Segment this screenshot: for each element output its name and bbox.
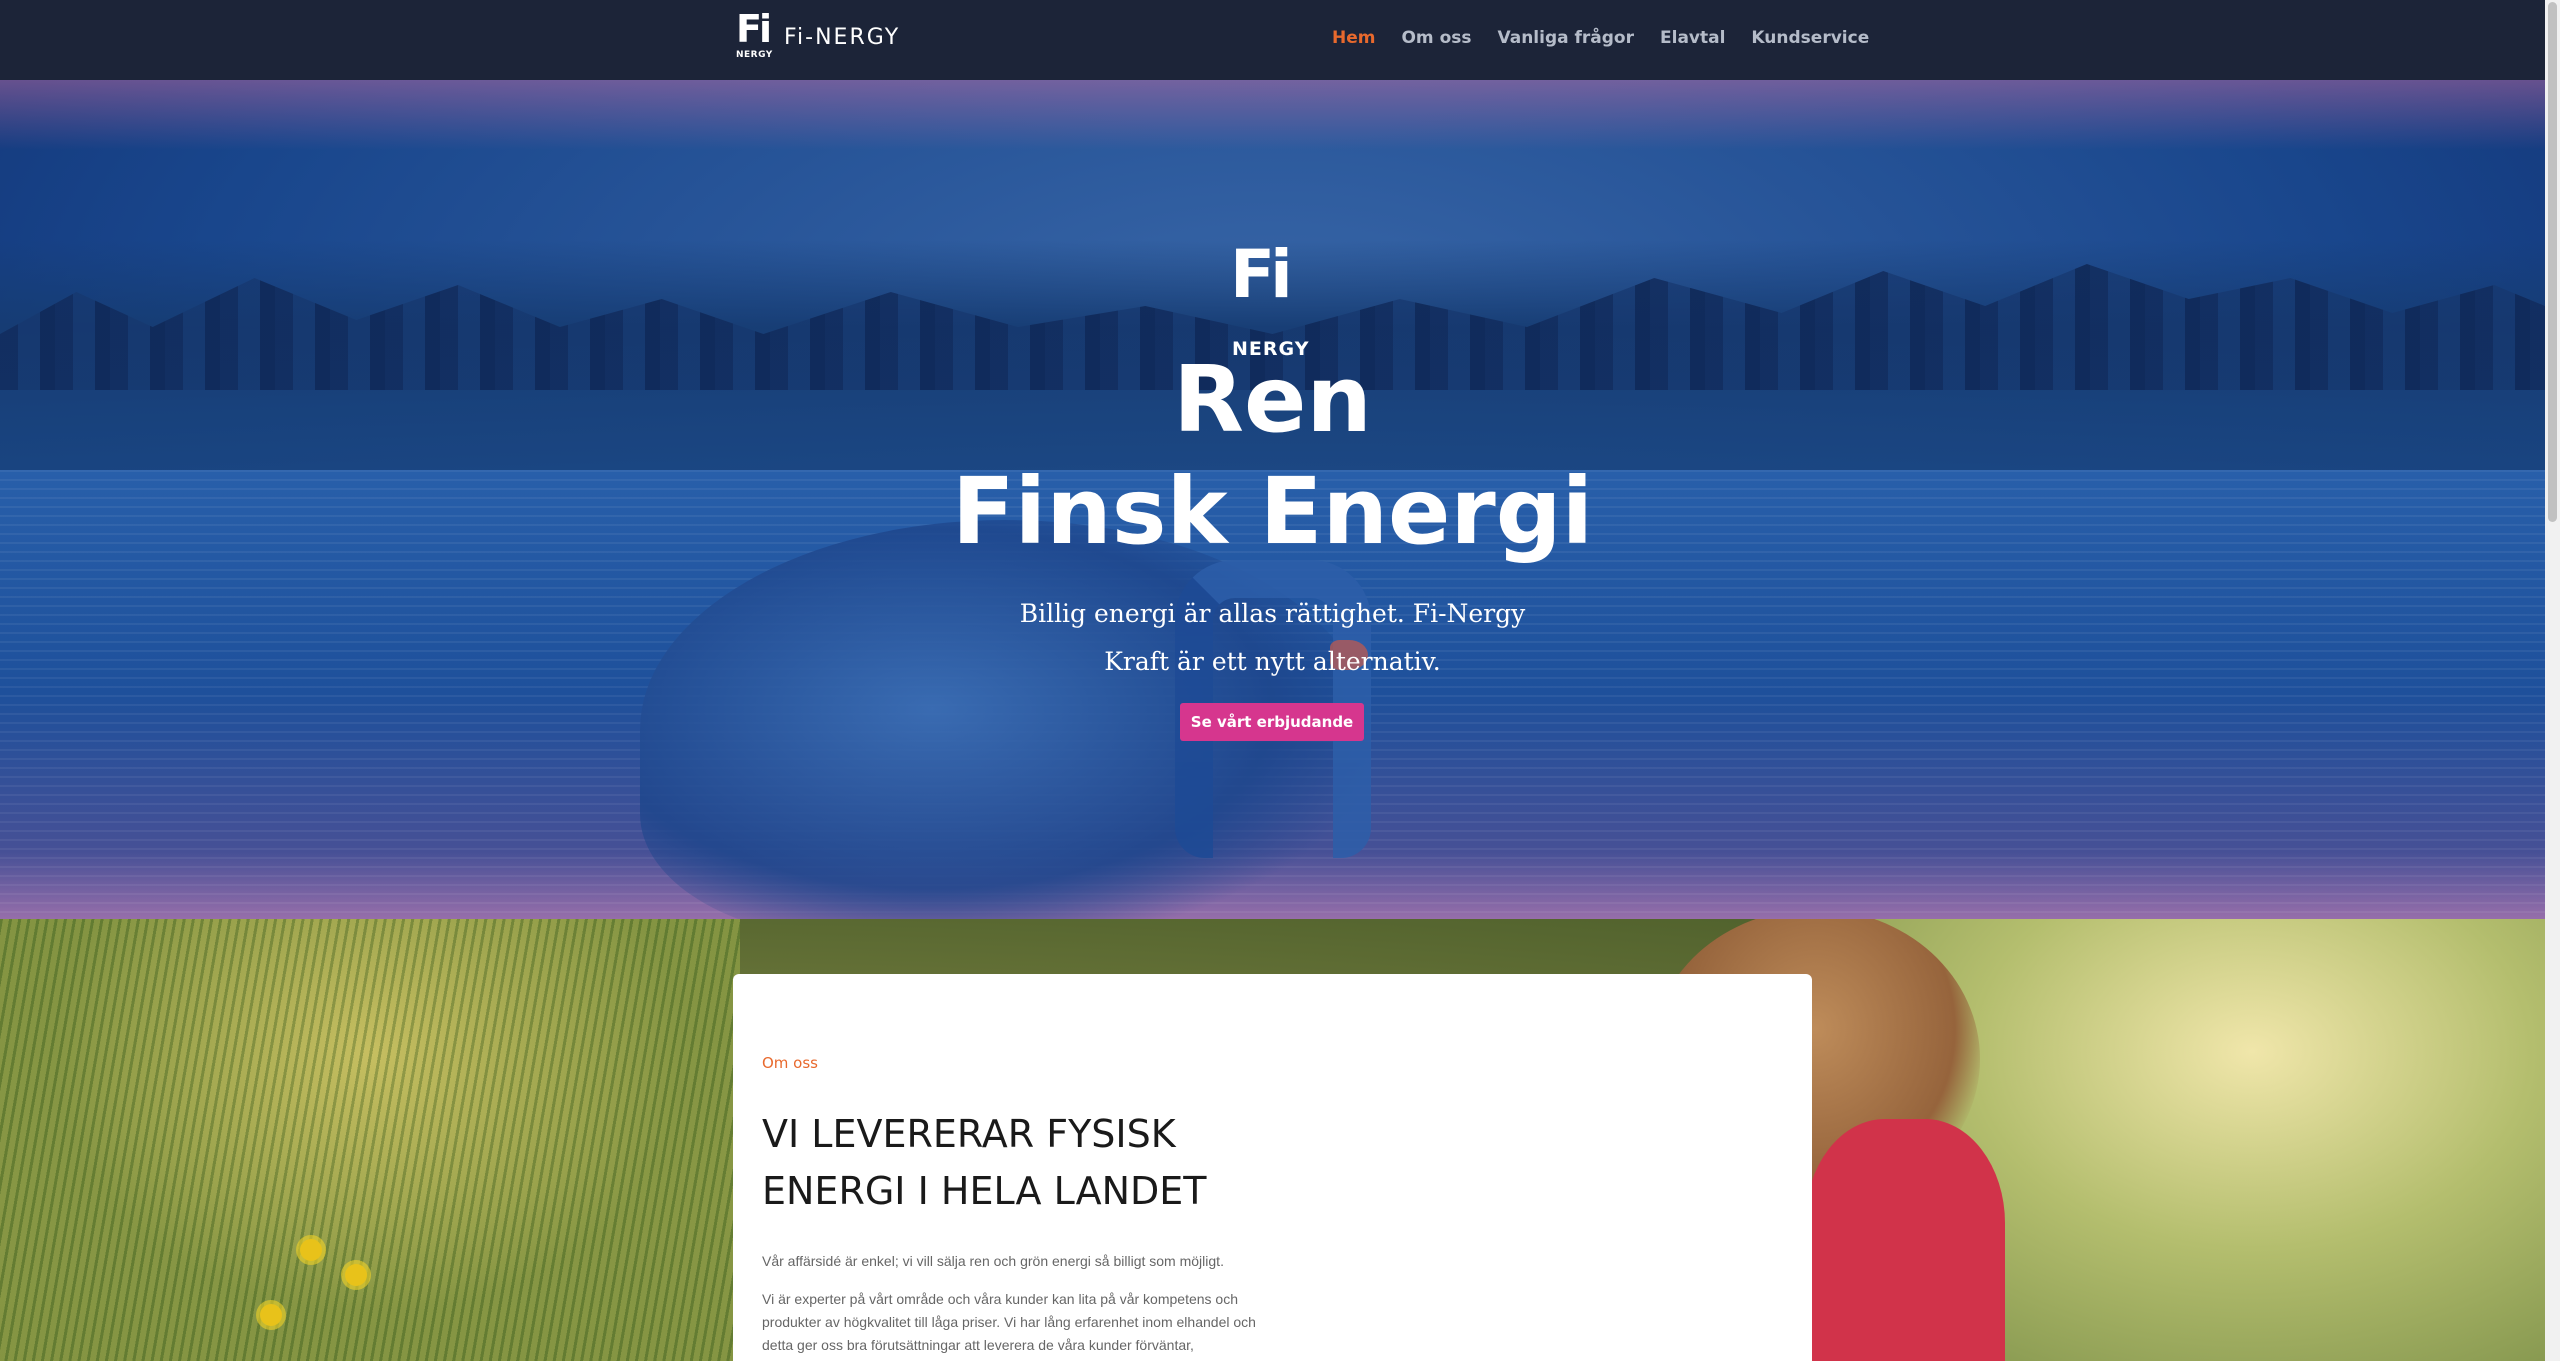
logo-mark-text: Fi xyxy=(736,7,772,51)
logo-mark-sub: NERGY xyxy=(736,50,773,60)
about-tag: Om oss xyxy=(762,1054,818,1072)
hero-logo-mark: Fi xyxy=(1230,236,1293,313)
see-offer-button[interactable]: Se vårt erbjudande xyxy=(1180,703,1364,741)
main-nav: Hem Om oss Vanliga frågor Elavtal Kundse… xyxy=(1332,28,1869,48)
flower-icon xyxy=(345,1264,367,1286)
hero-title-line2: Finsk Energi xyxy=(951,458,1594,565)
hero-title-line1: Ren xyxy=(1173,346,1372,453)
scrollbar-thumb[interactable] xyxy=(2548,2,2557,522)
page-scrollbar[interactable] xyxy=(2545,0,2560,1361)
logo-mark: Fi NERGY xyxy=(736,10,773,62)
about-paragraph-1: Vår affärsidé är enkel; vi vill sälja re… xyxy=(762,1253,1224,1269)
about-paragraph-2: Vi är experter på vårt område och våra k… xyxy=(762,1291,1256,1353)
woman-dress-image xyxy=(1805,1119,2005,1361)
about-heading: VI LEVERERAR FYSISK ENERGI I HELA LANDET xyxy=(762,1112,1207,1213)
flower-icon xyxy=(300,1239,322,1261)
nav-item-om-oss[interactable]: Om oss xyxy=(1401,28,1471,48)
hero-subtitle-line2: Kraft är ett nytt alternativ. xyxy=(1104,647,1441,676)
nav-item-kundservice[interactable]: Kundservice xyxy=(1751,28,1869,48)
site-header: Fi NERGY Fi-NERGY Hem Om oss Vanliga frå… xyxy=(0,0,2545,80)
flower-icon xyxy=(260,1304,282,1326)
nav-item-vanliga-fragor[interactable]: Vanliga frågor xyxy=(1498,28,1635,48)
meadow-image-left xyxy=(0,919,740,1361)
hero-subtitle-line1: Billig energi är allas rättighet. Fi-Ner… xyxy=(1019,599,1526,628)
nav-item-elavtal[interactable]: Elavtal xyxy=(1660,28,1725,48)
brand-logo[interactable]: Fi NERGY Fi-NERGY xyxy=(736,10,901,62)
brand-name: Fi-NERGY xyxy=(784,25,901,50)
about-card: Om oss VI LEVERERAR FYSISK ENERGI I HELA… xyxy=(733,974,1812,1361)
nav-item-hem[interactable]: Hem xyxy=(1332,28,1375,48)
